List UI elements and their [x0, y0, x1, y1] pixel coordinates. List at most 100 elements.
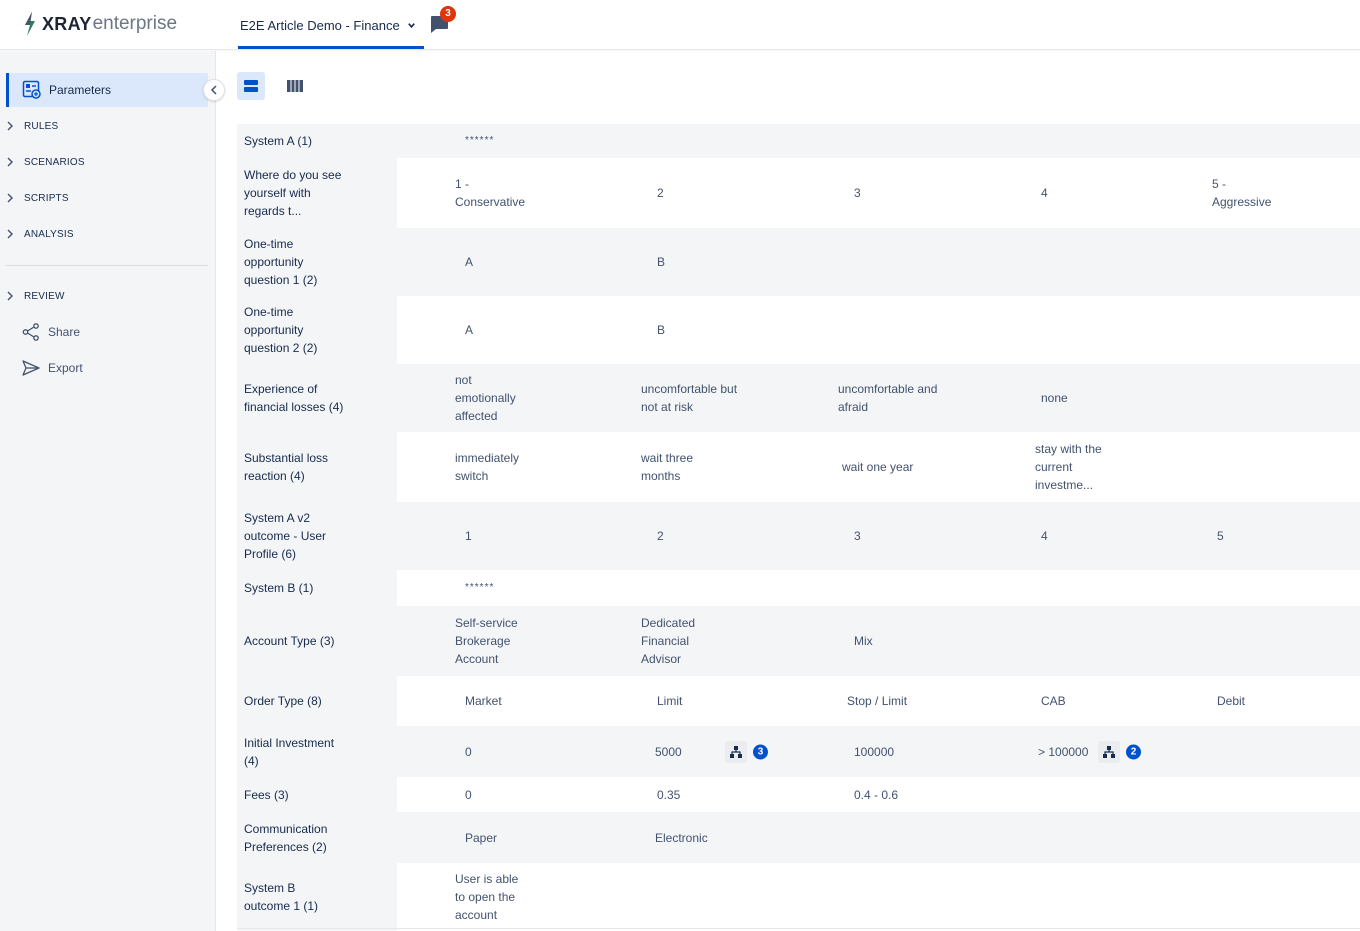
parameter-value: Market	[465, 694, 502, 708]
top-header: XRAY enterprise E2E Article Demo - Finan…	[0, 0, 1360, 50]
column-view-toggle[interactable]	[282, 72, 310, 100]
chevron-down-icon	[407, 22, 415, 28]
sidebar-group-analysis[interactable]: ANALYSIS	[6, 224, 74, 244]
lightning-icon	[25, 12, 35, 36]
project-selector[interactable]: E2E Article Demo - Finance	[238, 0, 424, 50]
rows-icon	[244, 80, 258, 92]
sidebar: Parameters RULES SCENARIOS SCRIPTS ANALY…	[0, 51, 225, 931]
parameter-value: Debit	[1217, 694, 1246, 708]
chevron-right-icon	[7, 121, 13, 131]
columns-icon	[287, 80, 303, 92]
parameter-value: Self-service Brokerage Account	[455, 616, 518, 666]
chevron-right-icon	[7, 193, 13, 203]
parameter-row[interactable]: Substantial loss reaction (4) immediatel…	[237, 432, 1360, 502]
parameter-value: CAB	[1041, 694, 1066, 708]
parameter-row[interactable]: Experience of financial losses (4) not e…	[237, 364, 1360, 432]
sidebar-group-scenarios[interactable]: SCENARIOS	[6, 152, 85, 172]
table-bottom-border	[237, 928, 1360, 929]
count-badge: 3	[753, 744, 768, 759]
parameter-row[interactable]: Communication Preferences (2) Paper Elec…	[237, 812, 1360, 863]
sidebar-group-rules[interactable]: RULES	[6, 116, 58, 136]
parameter-row[interactable]: Account Type (3) Self-service Brokerage …	[237, 606, 1360, 676]
parameter-value: Dedicated Financial Advisor	[641, 616, 696, 666]
hierarchy-button[interactable]	[1098, 740, 1120, 763]
parameter-row[interactable]: System A v2 outcome - User Profile (6) 1…	[237, 502, 1360, 570]
parameter-value: Limit	[657, 694, 683, 708]
parameter-value: 3	[854, 186, 861, 200]
parameter-value: wait one year	[842, 460, 914, 474]
parameter-row[interactable]: System B (1) ******	[237, 570, 1360, 606]
parameter-value: wait three months	[641, 451, 694, 483]
parameter-value: Stop / Limit	[847, 694, 908, 708]
sidebar-link-label: Export	[48, 361, 83, 375]
parameter-value: > 100000	[1038, 744, 1089, 759]
send-icon	[22, 360, 40, 376]
parameter-value: uncomfortable and afraid	[838, 382, 938, 414]
parameter-value: Electronic	[655, 830, 708, 845]
parameter-value: 0.4 - 0.6	[854, 787, 899, 802]
notifications-button[interactable]: 3	[428, 6, 456, 37]
parameter-value: 1	[465, 529, 472, 543]
parameter-value: 5000	[655, 744, 682, 759]
parameter-row[interactable]: System A (1) ******	[237, 124, 1360, 158]
sidebar-share-link[interactable]: Share	[22, 321, 80, 343]
parameter-row[interactable]: Where do you see yourself with regards t…	[237, 158, 1360, 228]
share-icon	[22, 323, 39, 341]
parameter-value: Mix	[854, 634, 873, 648]
parameters-icon	[22, 80, 41, 99]
parameter-name: System B (1)	[244, 581, 314, 595]
parameter-value: 1 - Conservative	[455, 177, 526, 209]
sidebar-group-review[interactable]: REVIEW	[6, 286, 65, 306]
parameter-row[interactable]: System B outcome 1 (1) User is able to o…	[237, 863, 1360, 931]
collapse-sidebar-button[interactable]	[203, 79, 225, 101]
list-view-toggle[interactable]	[237, 72, 265, 100]
parameter-value: none	[1041, 391, 1068, 405]
parameter-value: B	[657, 255, 666, 269]
parameter-name: One-time opportunity question 1 (2)	[244, 237, 318, 287]
parameter-row[interactable]: Initial Investment (4) 0 5000 3 100000 >…	[237, 726, 1360, 777]
sidebar-group-label: SCRIPTS	[24, 192, 69, 204]
parameter-row[interactable]: One-time opportunity question 2 (2) A B	[237, 296, 1360, 364]
sidebar-divider	[6, 265, 208, 266]
parameter-value: Paper	[465, 830, 498, 845]
sidebar-group-label: REVIEW	[24, 290, 65, 302]
active-tab-indicator	[238, 46, 424, 49]
sidebar-item-label: Parameters	[49, 83, 112, 97]
parameter-value: immediately switch	[455, 451, 520, 483]
parameter-value: 2	[657, 529, 664, 543]
parameter-value: 0.35	[657, 787, 681, 802]
parameter-name: Substantial loss reaction (4)	[244, 451, 329, 483]
parameter-row[interactable]: Order Type (8) Market Limit Stop / Limit…	[237, 676, 1360, 726]
parameter-value: uncomfortable but not at risk	[641, 382, 738, 414]
parameter-value: not emotionally affected	[455, 373, 516, 423]
xray-logo[interactable]: XRAY enterprise	[22, 12, 177, 36]
parameter-value: 0	[465, 787, 472, 802]
parameter-name: Experience of financial losses (4)	[244, 382, 344, 414]
sidebar-item-parameters[interactable]: Parameters	[6, 73, 208, 107]
sidebar-group-label: ANALYSIS	[24, 228, 74, 240]
parameter-row[interactable]: One-time opportunity question 1 (2) A B	[237, 228, 1360, 296]
parameter-name: Account Type (3)	[244, 634, 335, 648]
sidebar-group-label: SCENARIOS	[24, 156, 85, 168]
parameter-row[interactable]: Fees (3) 0 0.35 0.4 - 0.6	[237, 777, 1360, 812]
parameter-value: 4	[1041, 186, 1048, 200]
parameter-value: ******	[465, 582, 495, 593]
sidebar-group-scripts[interactable]: SCRIPTS	[6, 188, 69, 208]
chevron-left-icon	[210, 85, 217, 95]
project-name: E2E Article Demo - Finance	[240, 17, 400, 33]
chevron-right-icon	[7, 291, 13, 301]
parameter-value: 100000	[854, 744, 895, 759]
sidebar-export-link[interactable]: Export	[22, 357, 83, 379]
parameter-value: A	[465, 323, 474, 337]
parameter-name: System A (1)	[244, 134, 313, 148]
parameter-value: stay with the current investme...	[1035, 442, 1102, 492]
parameter-name: System A v2 outcome - User Profile (6)	[244, 511, 327, 561]
hierarchy-button[interactable]	[725, 740, 747, 763]
parameter-name: Communication Preferences (2)	[244, 821, 328, 854]
parameter-value: B	[657, 323, 666, 337]
parameter-value: 3	[854, 529, 861, 543]
parameters-table: System A (1) ****** Where do you see you…	[237, 124, 1360, 931]
logo-text-bold: XRAY	[42, 13, 92, 34]
hierarchy-icon	[730, 745, 742, 758]
parameter-name: Fees (3)	[244, 787, 289, 802]
